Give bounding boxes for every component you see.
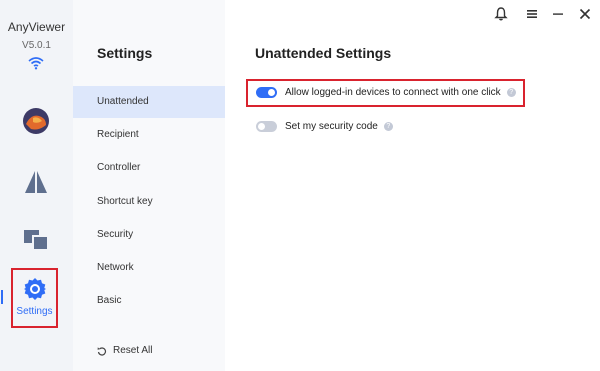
avatar: [23, 108, 49, 134]
reset-all-button[interactable]: Reset All: [97, 345, 152, 356]
help-icon[interactable]: ?: [506, 88, 516, 97]
nav-item-network[interactable]: Network: [73, 252, 225, 284]
nav-item-security[interactable]: Security: [73, 219, 225, 251]
nav-item-basic[interactable]: Basic: [73, 285, 225, 317]
wifi-icon: [28, 57, 44, 70]
one-click-label: Allow logged-in devices to connect with …: [285, 87, 501, 98]
app-version: V5.0.1: [22, 40, 51, 51]
devices-icon: [24, 230, 49, 251]
option-one-click-connect: Allow logged-in devices to connect with …: [256, 87, 516, 98]
minimize-icon[interactable]: [550, 6, 566, 22]
option-security-code: Set my security code ?: [256, 121, 393, 132]
rail-item-connect[interactable]: [0, 168, 73, 198]
menu-icon[interactable]: [524, 6, 540, 22]
nav-item-unattended[interactable]: Unattended: [73, 86, 225, 118]
nav-item-controller[interactable]: Controller: [73, 152, 225, 184]
bell-icon[interactable]: [493, 6, 509, 22]
connect-icon: [25, 171, 47, 193]
gear-icon: [24, 278, 46, 300]
close-icon[interactable]: [577, 6, 593, 22]
nav-item-recipient[interactable]: Recipient: [73, 119, 225, 151]
help-icon[interactable]: ?: [383, 122, 393, 131]
settings-label: Settings: [16, 306, 53, 317]
nav-item-shortcut-key[interactable]: Shortcut key: [73, 186, 225, 218]
reset-all-label: Reset All: [113, 345, 153, 356]
page-title: Unattended Settings: [255, 45, 392, 61]
rail-active-indicator: [1, 290, 3, 304]
app-name: AnyViewer: [7, 20, 66, 34]
one-click-toggle[interactable]: [256, 87, 277, 98]
settings-nav: Settings Unattended Recipient Controller…: [73, 0, 225, 371]
left-rail: AnyViewer V5.0.1 Settings: [0, 0, 73, 371]
security-code-toggle[interactable]: [256, 121, 277, 132]
rail-item-avatar[interactable]: [0, 106, 73, 138]
reset-icon: [97, 346, 107, 356]
nav-title: Settings: [97, 45, 153, 61]
rail-item-devices[interactable]: [0, 226, 73, 256]
rail-item-settings[interactable]: Settings: [11, 268, 58, 328]
security-code-label: Set my security code: [285, 121, 378, 132]
